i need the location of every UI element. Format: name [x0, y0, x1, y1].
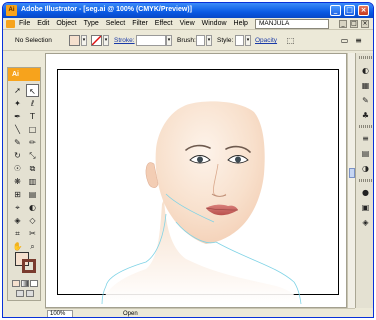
style-swatch[interactable] [235, 35, 244, 46]
user-name-field[interactable]: MANJULA [255, 19, 329, 29]
menu-edit[interactable]: Edit [37, 20, 49, 27]
scale-icon[interactable]: ⤡ [26, 149, 39, 162]
layers-icon[interactable]: ◈ [360, 217, 371, 228]
menu-view[interactable]: View [180, 20, 195, 27]
brush-label: Brush: [177, 37, 196, 44]
window-title: Adobe Illustrator - [seg.ai @ 100% (CMYK… [21, 6, 192, 13]
screen-mode-button[interactable] [16, 290, 24, 297]
app-window: Ai Adobe Illustrator - [seg.ai @ 100% (C… [2, 2, 374, 318]
graphic-styles-icon[interactable]: ▣ [360, 202, 371, 213]
menu-effect[interactable]: Effect [155, 20, 173, 27]
title-bar: Ai Adobe Illustrator - [seg.ai @ 100% (C… [3, 3, 373, 18]
menu-help[interactable]: Help [234, 20, 248, 27]
swatches-icon[interactable]: ▦ [360, 80, 371, 91]
document-menu-icon[interactable] [6, 20, 15, 28]
magic-wand-icon[interactable]: ✦ [11, 97, 24, 110]
status-text: Open [123, 311, 138, 317]
stroke-panel-icon[interactable]: ≡ [360, 133, 371, 144]
fullscreen-mode-button[interactable] [26, 290, 34, 297]
color-panel-icon[interactable]: ◐ [360, 65, 371, 76]
paintbrush-icon[interactable]: ✎ [11, 136, 24, 149]
eyedropper-icon[interactable]: ⌖ [11, 201, 24, 214]
select-similar-icon[interactable]: ⬚ [285, 36, 296, 46]
face-illustration [101, 101, 302, 305]
gradient-panel-icon[interactable]: ▤ [360, 148, 371, 159]
slice-icon[interactable]: ⌗ [11, 227, 24, 240]
color-mode-button[interactable] [12, 280, 20, 287]
menu-filter[interactable]: Filter [132, 20, 148, 27]
blend-icon[interactable]: ◐ [26, 201, 39, 214]
menu-type[interactable]: Type [84, 20, 99, 27]
rotate-icon[interactable]: ↻ [11, 149, 24, 162]
rectangle-icon[interactable]: □ [26, 123, 39, 136]
selection-status: No Selection [15, 37, 52, 44]
symbol-sprayer-icon[interactable]: ❋ [11, 175, 24, 188]
document-setup-icon[interactable]: ▭ [339, 36, 350, 46]
mesh-icon[interactable]: ⊞ [11, 188, 24, 201]
none-mode-button[interactable] [30, 280, 38, 287]
line-icon[interactable]: ╲ [11, 123, 24, 136]
fill-dropdown[interactable]: ▾ [81, 35, 87, 46]
warp-icon[interactable]: ☉ [11, 162, 24, 175]
style-label: Style: [217, 37, 234, 44]
close-button[interactable]: × [358, 5, 369, 16]
direct-selection-icon[interactable]: ↖ [26, 84, 39, 97]
stroke-dropdown[interactable]: ▾ [103, 35, 109, 46]
doc-minimize-button[interactable]: _ [339, 20, 347, 28]
menu-object[interactable]: Object [56, 20, 76, 27]
stroke-weight-dropdown[interactable]: ▾ [166, 35, 172, 46]
type-icon[interactable]: T [26, 110, 39, 123]
appearance-icon[interactable]: ● [360, 187, 371, 198]
graph-icon[interactable]: ▥ [26, 175, 39, 188]
gradient-mode-button[interactable] [21, 280, 29, 287]
panel-menu-icon[interactable]: ≡ [353, 36, 364, 46]
live-paint-icon[interactable]: ◈ [11, 214, 24, 227]
panel-grip[interactable] [359, 125, 372, 128]
doc-close-button[interactable]: × [361, 20, 369, 28]
none-stroke-icon [92, 36, 101, 45]
brush-dropdown[interactable]: ▾ [206, 35, 212, 46]
menu-file[interactable]: File [19, 20, 30, 27]
brushes-icon[interactable]: ✎ [360, 95, 371, 106]
menu-select[interactable]: Select [106, 20, 125, 27]
control-bar: No Selection ▾ ▾ Stroke: ▾ Brush: ▾ Styl… [3, 31, 373, 51]
vertical-scrollbar[interactable] [347, 53, 355, 308]
maximize-button[interactable]: □ [344, 5, 355, 16]
selection-icon[interactable]: ➚ [11, 84, 24, 97]
status-bar: 100% Open [45, 308, 355, 317]
menu-bar: File Edit Object Type Select Filter Effe… [3, 18, 373, 30]
doc-restore-button[interactable]: □ [350, 20, 358, 28]
stroke-label[interactable]: Stroke: [114, 37, 135, 44]
free-transform-icon[interactable]: ⧉ [26, 162, 39, 175]
panel-grip[interactable] [359, 179, 372, 182]
panel-dock: ◐ ▦ ✎ ♣ ≡ ▤ ◑ ● ▣ ◈ [355, 53, 373, 308]
zoom-level-field[interactable]: 100% [47, 310, 73, 317]
panel-grip[interactable] [359, 56, 372, 59]
stroke-color-box[interactable] [22, 259, 36, 273]
fill-stroke-widget[interactable] [15, 252, 37, 274]
menu-window[interactable]: Window [202, 20, 227, 27]
stroke-weight-field[interactable] [136, 35, 166, 46]
pencil-icon[interactable]: ✏ [26, 136, 39, 149]
fill-swatch[interactable] [69, 35, 80, 46]
tools-panel: Ai ➚ ↖ ✦ ℓ ✒ T ╲ □ ✎ ✏ ↻ ⤡ ☉ ⧉ ❋ ▥ ⊞ ▤ ⌖… [7, 67, 41, 301]
opacity-label[interactable]: Opacity [255, 37, 277, 44]
ai-logo: Ai [8, 68, 40, 81]
pen-icon[interactable]: ✒ [11, 110, 24, 123]
brush-swatch[interactable] [196, 35, 205, 46]
document-canvas[interactable] [45, 53, 347, 308]
minimize-button[interactable]: _ [330, 5, 341, 16]
menu-list: File Edit Object Type Select Filter Effe… [19, 20, 255, 27]
stroke-swatch[interactable] [91, 35, 102, 46]
live-paint-select-icon[interactable]: ◇ [26, 214, 39, 227]
transparency-icon[interactable]: ◑ [360, 163, 371, 174]
symbols-icon[interactable]: ♣ [360, 110, 371, 121]
scissors-icon[interactable]: ✂ [26, 227, 39, 240]
illustrator-app-icon: Ai [6, 5, 17, 16]
lasso-icon[interactable]: ℓ [26, 97, 39, 110]
gradient-icon[interactable]: ▤ [26, 188, 39, 201]
style-dropdown[interactable]: ▾ [245, 35, 251, 46]
